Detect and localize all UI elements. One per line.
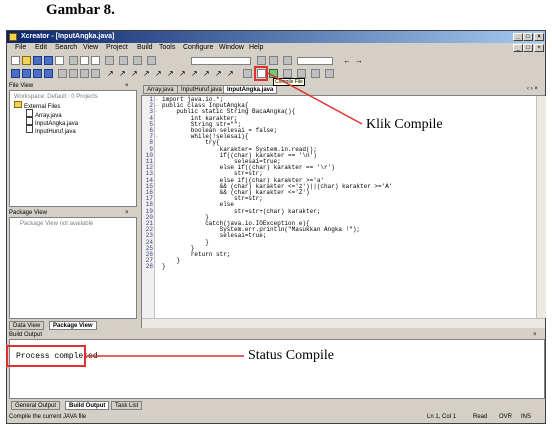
annotation-status-compile: Status Compile xyxy=(248,348,334,363)
status-highlight-box xyxy=(6,345,86,367)
annotation-klik-compile: Klik Compile xyxy=(366,117,443,132)
compile-arrow-line xyxy=(267,72,363,125)
